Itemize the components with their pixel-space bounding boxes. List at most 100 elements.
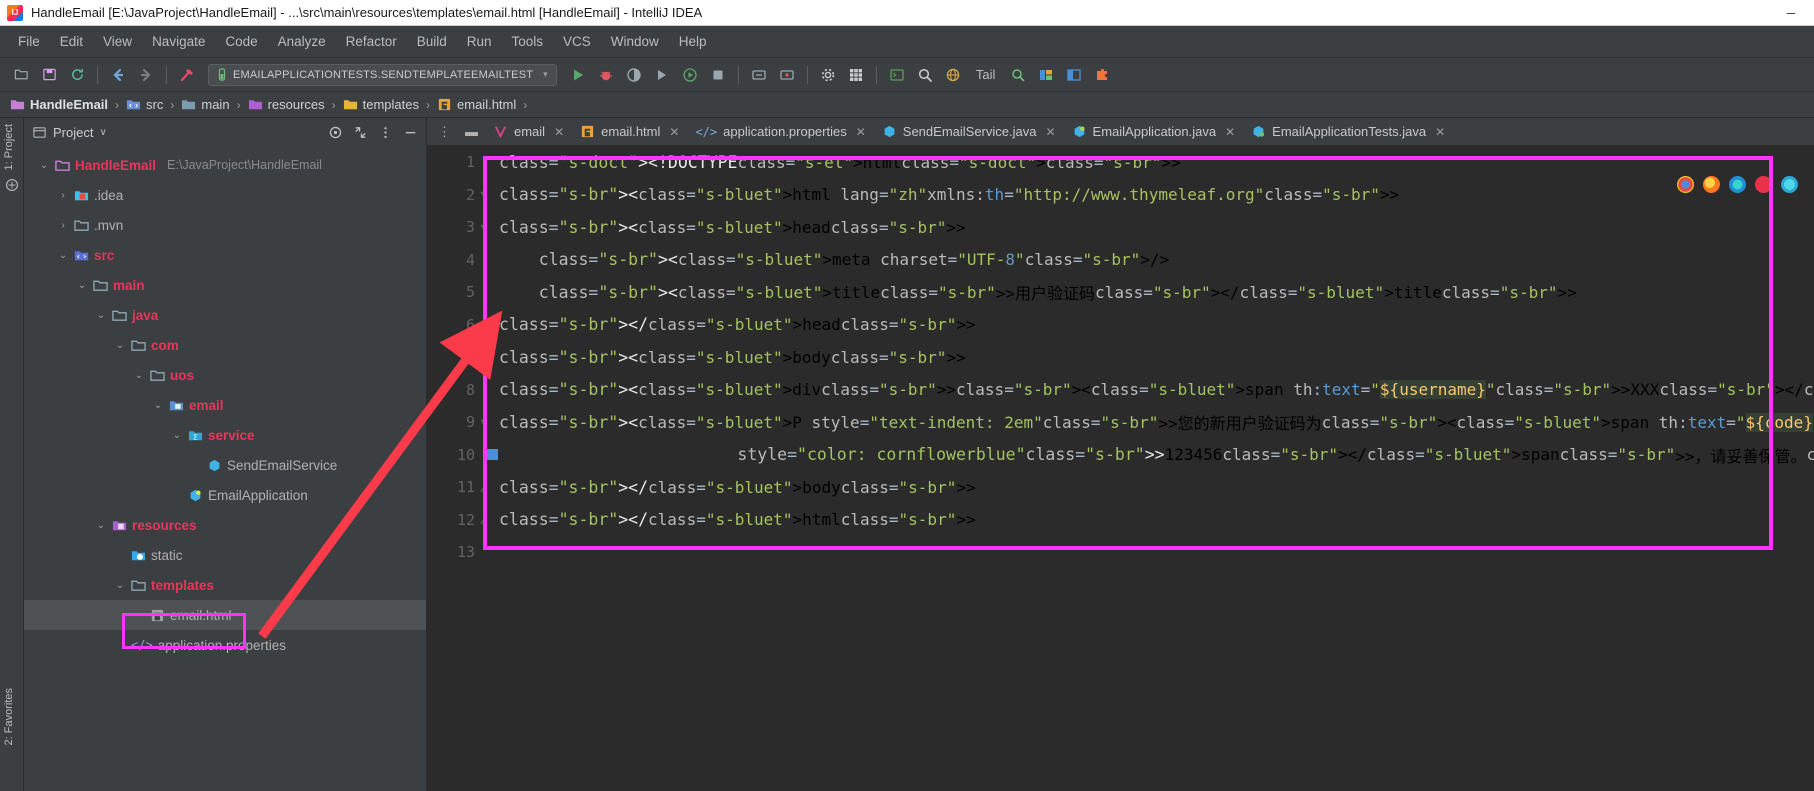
project-tree[interactable]: ⌄ HandleEmail E:\JavaProject\HandleEmail ›.…	[24, 146, 426, 791]
code-editor[interactable]: 1 class="s-doct"><!DOCTYPE class = "s-el" >h…	[427, 146, 1814, 791]
menu-item-help[interactable]: Help	[669, 30, 717, 53]
stop-icon[interactable]	[705, 63, 731, 87]
tab-email[interactable]: email ✕	[485, 118, 572, 145]
run-with-coverage-icon[interactable]	[621, 63, 647, 87]
code-text-area[interactable]: 1 class="s-doct"><!DOCTYPE class = "s-el" >h…	[427, 146, 1814, 791]
options-dots-icon[interactable]	[378, 125, 393, 140]
opera-icon[interactable]	[1755, 176, 1772, 193]
tab-sendemailservice-java[interactable]: SendEmailService.java ✕	[874, 118, 1064, 145]
code-line[interactable]: 11 △ class="s-br"></class = "s-bluet" >body cl…	[427, 471, 1814, 504]
rail-item-favorites[interactable]: 2: Favorites	[3, 688, 15, 745]
close-icon[interactable]: ✕	[1045, 125, 1055, 139]
project-panel-header[interactable]: Project ∨	[24, 118, 426, 146]
locate-target-icon[interactable]	[328, 125, 343, 140]
menu-item-code[interactable]: Code	[215, 30, 267, 53]
breadcrumb-item-main[interactable]: main	[181, 97, 230, 112]
disclosure-triangle-icon[interactable]: ⌄	[114, 580, 126, 591]
attach-debugger-icon[interactable]	[746, 63, 772, 87]
editor-tab-bar[interactable]: ⋮ ▬ email ✕ email.html ✕ </> application…	[427, 118, 1814, 146]
breadcrumb-item-emailhtml[interactable]: email.html	[437, 97, 516, 112]
attach-process-icon[interactable]	[774, 63, 800, 87]
code-fold-icon[interactable]: ▽	[475, 221, 493, 234]
disclosure-triangle-icon[interactable]: ⌄	[133, 370, 145, 381]
disclosure-triangle-icon[interactable]: ⌄	[152, 400, 164, 411]
search-everywhere-icon[interactable]	[912, 63, 938, 87]
layout-panels-icon[interactable]	[1033, 63, 1059, 87]
back-arrow-icon[interactable]	[105, 63, 131, 87]
tree-item-email-html[interactable]: email.html	[24, 600, 426, 630]
more-tabs-icon[interactable]: ⋮	[431, 124, 458, 140]
close-icon[interactable]: ✕	[856, 125, 866, 139]
sync-refresh-icon[interactable]	[64, 63, 90, 87]
structure-icon[interactable]	[5, 178, 19, 192]
project-panel-title-group[interactable]: Project ∨	[32, 125, 107, 140]
code-line[interactable]: 9 ▽ class="s-br">< class = "s-bluet" >P style =…	[427, 406, 1814, 439]
code-fold-icon[interactable]: △	[475, 481, 493, 494]
code-line[interactable]: 3 ▽ class="s-br">< class = "s-bluet" >head clas…	[427, 211, 1814, 244]
breadcrumb[interactable]: HandleEmail › src › main › resources › t…	[0, 92, 1814, 118]
tree-item-handleemail[interactable]: ⌄ HandleEmail E:\JavaProject\HandleEmail	[24, 150, 426, 180]
debug-icon[interactable]	[593, 63, 619, 87]
code-fold-icon[interactable]: △	[475, 318, 493, 331]
window-controls[interactable]: ─	[1768, 0, 1814, 26]
main-toolbar[interactable]: EMAILAPPLICATIONTESTS.SENDTEMPLATEEMAILT…	[0, 58, 1814, 92]
disclosure-triangle-icon[interactable]: ⌄	[76, 280, 88, 291]
tab-email-html[interactable]: email.html ✕	[572, 118, 687, 145]
safari-icon[interactable]	[1781, 176, 1798, 193]
breadcrumb-item-handleemail[interactable]: HandleEmail	[10, 97, 108, 112]
tree-item-templates[interactable]: ⌄ templates	[24, 570, 426, 600]
project-tool-window[interactable]: Project ∨ ⌄ HandleEmail E:\JavaProject\Han…	[24, 118, 427, 791]
open-folder-icon[interactable]	[8, 63, 34, 87]
rail-item-project[interactable]: 1: Project	[3, 124, 15, 170]
tree-item-emailapplication[interactable]: EmailApplication	[24, 480, 426, 510]
close-icon[interactable]: ✕	[1225, 125, 1235, 139]
close-icon[interactable]: ✕	[1435, 125, 1445, 139]
left-tool-rail[interactable]: 1: Project 2: Favorites	[0, 118, 24, 791]
tree-item-static[interactable]: static	[24, 540, 426, 570]
rerun-icon[interactable]	[677, 63, 703, 87]
tree-item-main[interactable]: ⌄ main	[24, 270, 426, 300]
run-configuration-selector[interactable]: EMAILAPPLICATIONTESTS.SENDTEMPLATEEMAILT…	[208, 63, 557, 86]
disclosure-triangle-icon[interactable]: ⌄	[95, 520, 107, 531]
tab-application-properties[interactable]: </> application.properties ✕	[687, 118, 873, 145]
menu-item-vcs[interactable]: VCS	[553, 30, 601, 53]
inspection-icon[interactable]	[1005, 63, 1031, 87]
code-line[interactable]: 13	[427, 536, 1814, 569]
forward-arrow-icon[interactable]	[133, 63, 159, 87]
tree-item-src[interactable]: ⌄ src	[24, 240, 426, 270]
disclosure-triangle-icon[interactable]: ⌄	[95, 310, 107, 321]
code-line[interactable]: 12 △ class="s-br"></class = "s-bluet" >html cl…	[427, 504, 1814, 537]
code-fold-icon[interactable]: ▽	[475, 188, 493, 201]
build-hammer-icon[interactable]	[174, 63, 200, 87]
breadcrumb-item-src[interactable]: src	[126, 97, 163, 112]
breakpoint-marker[interactable]	[487, 449, 498, 461]
menu-item-file[interactable]: File	[8, 30, 50, 53]
tree-item-application-properties[interactable]: </> application.properties	[24, 630, 426, 660]
menu-item-window[interactable]: Window	[601, 30, 669, 53]
chevron-down-icon[interactable]: ▾	[543, 69, 548, 80]
menu-item-analyze[interactable]: Analyze	[268, 30, 336, 53]
tree-item-email[interactable]: ⌄ email	[24, 390, 426, 420]
menu-item-view[interactable]: View	[93, 30, 142, 53]
disclosure-triangle-icon[interactable]: ⌄	[114, 340, 126, 351]
disclosure-triangle-icon[interactable]: ›	[57, 190, 69, 201]
code-fold-icon[interactable]: ▽	[475, 351, 493, 364]
close-icon[interactable]: ✕	[554, 125, 564, 139]
close-icon[interactable]: ✕	[669, 125, 679, 139]
tail-button[interactable]: Tail	[976, 67, 996, 82]
code-line[interactable]: 7 ▽ class="s-br">< class = "s-bluet" >body clas…	[427, 341, 1814, 374]
code-line[interactable]: 5 class="s-br">< class = "s-bluet" >title cla…	[427, 276, 1814, 309]
run-icon[interactable]	[565, 63, 591, 87]
minimize-button[interactable]: ─	[1768, 0, 1814, 26]
code-line[interactable]: 1 class="s-doct"><!DOCTYPE class = "s-el" >h…	[427, 146, 1814, 179]
breadcrumb-item-resources[interactable]: resources	[248, 97, 325, 112]
menu-bar[interactable]: File Edit View Navigate Code Analyze Ref…	[0, 26, 1814, 58]
firefox-icon[interactable]	[1703, 176, 1720, 193]
terminal-icon[interactable]	[884, 63, 910, 87]
tree-item-com[interactable]: ⌄ com	[24, 330, 426, 360]
chrome-icon[interactable]	[1677, 176, 1694, 193]
code-line[interactable]: 8 class="s-br">< class = "s-bluet" >div class =…	[427, 374, 1814, 407]
code-fold-icon[interactable]: △	[475, 513, 493, 526]
disclosure-triangle-icon[interactable]: ⌄	[57, 250, 69, 261]
project-panel-actions[interactable]	[328, 125, 418, 140]
